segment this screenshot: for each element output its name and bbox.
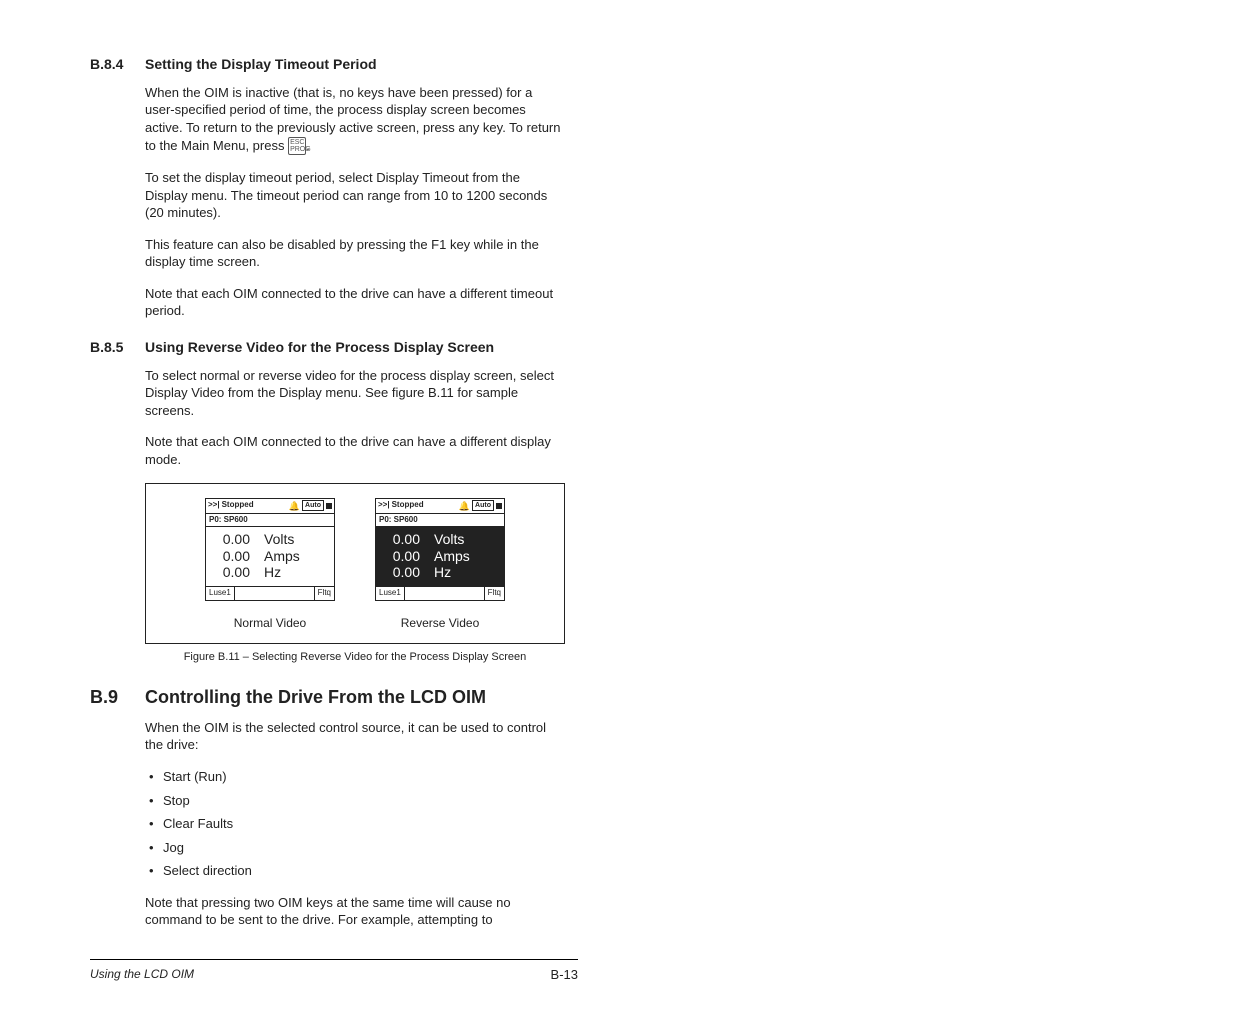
bullet-list: Start (Run) Stop Clear Faults Jog Select… [145,768,565,880]
bell-icon: 🔔 [289,500,300,512]
list-item: Start (Run) [145,768,565,786]
section-title: Using Reverse Video for the Process Disp… [145,338,494,357]
value: 0.00 [212,564,250,580]
paragraph: Note that each OIM connected to the driv… [145,285,565,320]
text: When the OIM is inactive (that is, no ke… [145,85,560,153]
text: . [306,138,310,153]
section-title: Setting the Display Timeout Period [145,55,377,74]
section-number: B.8.5 [90,338,145,357]
page-footer: Using the LCD OIM B-13 [90,959,578,984]
value: 0.00 [382,548,420,564]
paragraph: Note that pressing two OIM keys at the s… [145,894,565,929]
paragraph: To set the display timeout period, selec… [145,169,565,222]
auto-badge: Auto [302,500,324,511]
status-text: Stopped [392,500,424,511]
unit: Volts [434,531,464,547]
list-item: Clear Faults [145,815,565,833]
port-label: P0: SP600 [206,514,334,528]
arrow-icon: >>| [378,500,390,511]
reverse-video-screen: >>|Stopped 🔔Auto P0: SP600 0.00 Volts 0.0… [375,498,505,631]
stop-icon [496,503,502,509]
list-item: Select direction [145,862,565,880]
list-item: Jog [145,839,565,857]
paragraph: This feature can also be disabled by pre… [145,236,565,271]
section-b9: B.9 Controlling the Drive From the LCD O… [90,685,1145,929]
screen-caption: Normal Video [234,615,306,631]
arrow-icon: >>| [208,500,220,511]
unit: Hz [434,564,451,580]
normal-video-screen: >>|Stopped 🔔Auto P0: SP600 0.00 Volts 0.0… [205,498,335,631]
unit: Amps [264,548,300,564]
paragraph: To select normal or reverse video for th… [145,367,565,420]
section-number: B.8.4 [90,55,145,74]
status-text: Stopped [222,500,254,511]
readings: 0.00 Volts 0.00 Amps 0.00 Hz [376,527,504,585]
paragraph: When the OIM is inactive (that is, no ke… [145,84,565,155]
softkey-left: Luse1 [376,587,405,600]
softkey-right: Fltq [485,587,504,600]
section-b84: B.8.4 Setting the Display Timeout Period… [90,55,1145,320]
auto-badge: Auto [472,500,494,511]
list-item: Stop [145,792,565,810]
readings: 0.00 Volts 0.00 Amps 0.00 Hz [206,527,334,585]
footer-title: Using the LCD OIM [90,966,551,984]
value: 0.00 [212,548,250,564]
page-number: B-13 [551,966,578,984]
value: 0.00 [382,564,420,580]
lcd-screen-normal: >>|Stopped 🔔Auto P0: SP600 0.00 Volts 0.0… [205,498,335,601]
softkey-right: Fltq [315,587,334,600]
figure-caption: Figure B.11 – Selecting Reverse Video fo… [145,650,565,665]
screen-caption: Reverse Video [401,615,480,631]
stop-icon [326,503,332,509]
value: 0.00 [382,531,420,547]
port-label: P0: SP600 [376,514,504,528]
unit: Amps [434,548,470,564]
bell-icon: 🔔 [459,500,470,512]
value: 0.00 [212,531,250,547]
figure-b11: >>|Stopped 🔔Auto P0: SP600 0.00Volts 0.0… [145,483,565,644]
unit: Volts [264,531,294,547]
lcd-screen-reverse: >>|Stopped 🔔Auto P0: SP600 0.00 Volts 0.0… [375,498,505,601]
paragraph: Note that each OIM connected to the driv… [145,433,565,468]
section-title: Controlling the Drive From the LCD OIM [145,685,486,709]
unit: Hz [264,564,281,580]
softkey-left: Luse1 [206,587,235,600]
section-number: B.9 [90,685,145,709]
esc-prog-key-icon: ESC PROG [288,137,306,155]
section-b85: B.8.5 Using Reverse Video for the Proces… [90,338,1145,665]
paragraph: When the OIM is the selected control sou… [145,719,565,754]
